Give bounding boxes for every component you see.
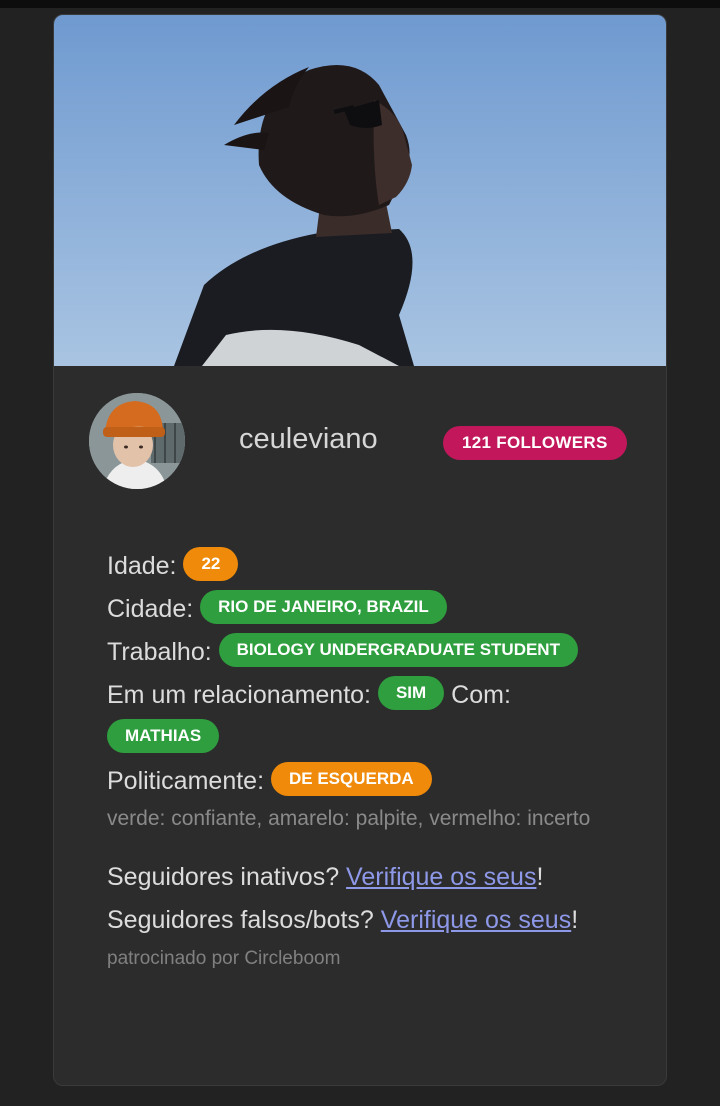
age-badge: 22: [183, 547, 239, 582]
banner-image: [54, 15, 666, 366]
fake-suffix: !: [571, 906, 579, 934]
promo-block: Seguidores inativos? Verifique os seus! …: [107, 856, 627, 974]
relationship-label: Em um relacionamento:: [107, 681, 372, 709]
username: ceuleviano: [239, 423, 378, 455]
confidence-legend: verde: confiante, amarelo: palpite, verm…: [107, 807, 591, 830]
job-label: Trabalho:: [107, 638, 212, 666]
inactive-promo: Seguidores inativos? Verifique os seus!: [107, 856, 627, 899]
fake-text: Seguidores falsos/bots?: [107, 906, 374, 934]
fake-check-link[interactable]: Verifique os seus: [381, 906, 571, 934]
relationship-badge: SIM: [377, 676, 445, 711]
inactive-text: Seguidores inativos?: [107, 863, 340, 891]
with-label: Com:: [451, 681, 511, 709]
profile-info: Idade: 22 Cidade: RIO DE JANEIRO, BRAZIL…: [107, 545, 627, 974]
sponsor-text: patrocinado por Circleboom: [107, 948, 341, 969]
city-badge: RIO DE JANEIRO, BRAZIL: [200, 590, 447, 625]
partner-row: MATHIAS: [107, 717, 627, 760]
relationship-row: Em um relacionamento: SIM Com:: [107, 674, 627, 717]
job-row: Trabalho: BIOLOGY UNDERGRADUATE STUDENT: [107, 631, 627, 674]
politics-row: Politicamente: DE ESQUERDA: [107, 760, 627, 803]
politics-label: Politicamente:: [107, 767, 265, 795]
city-label: Cidade:: [107, 595, 194, 623]
partner-badge: MATHIAS: [107, 719, 220, 754]
top-status-strip: [0, 0, 720, 8]
inactive-suffix: !: [536, 863, 544, 891]
followers-badge: 121 FOLLOWERS: [443, 426, 627, 460]
politics-badge: DE ESQUERDA: [270, 762, 432, 797]
age-label: Idade:: [107, 552, 177, 580]
city-row: Cidade: RIO DE JANEIRO, BRAZIL: [107, 588, 627, 631]
fake-promo: Seguidores falsos/bots? Verifique os seu…: [107, 899, 627, 942]
job-badge: BIOLOGY UNDERGRADUATE STUDENT: [218, 633, 578, 668]
age-row: Idade: 22: [107, 545, 627, 588]
inactive-check-link[interactable]: Verifique os seus: [346, 863, 536, 891]
avatar[interactable]: [89, 393, 185, 489]
profile-card: ceuleviano 121 FOLLOWERS Idade: 22 Cidad…: [53, 14, 667, 1086]
